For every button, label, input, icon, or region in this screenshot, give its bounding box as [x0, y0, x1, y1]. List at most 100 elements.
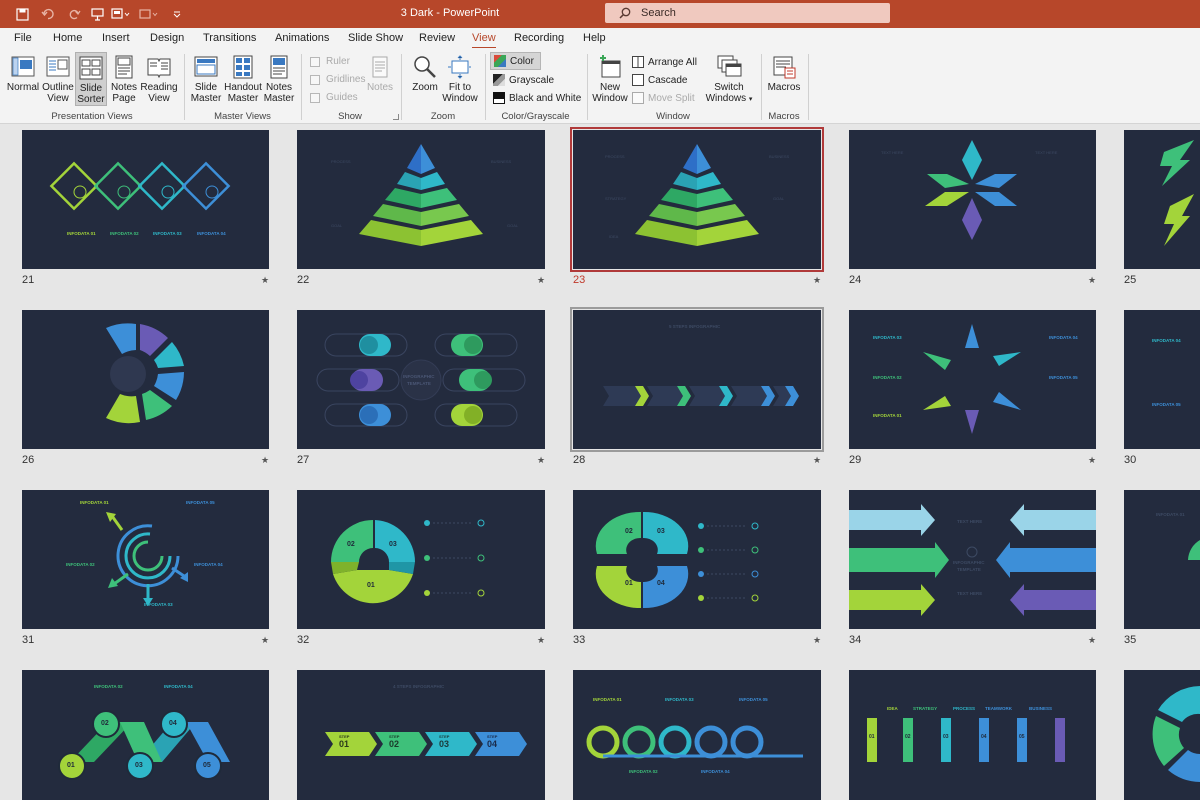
- notes-master-button[interactable]: Notes Master: [262, 52, 296, 106]
- infodata-label: INFODATA 05: [739, 697, 768, 702]
- slide-thumbnail-25[interactable]: [1124, 130, 1200, 269]
- notes-page-button[interactable]: Notes Page: [108, 52, 140, 106]
- step-number: 04: [657, 580, 665, 587]
- slide-sorter-icon: [78, 55, 104, 81]
- animation-star-icon[interactable]: ★: [537, 635, 545, 646]
- color-icon: [494, 55, 506, 67]
- slide-thumbnail-27[interactable]: INFOGRAPHIC TEMPLATE: [297, 310, 545, 449]
- cascade-button[interactable]: Cascade: [632, 74, 687, 86]
- infodata-label: INFODATA 01: [80, 500, 109, 505]
- slide-sorter-label: Slide Sorter: [77, 83, 105, 105]
- tab-animations[interactable]: Animations: [275, 32, 329, 44]
- new-window-button[interactable]: New Window: [591, 52, 629, 106]
- slide-thumbnail-26[interactable]: [22, 310, 269, 449]
- tab-file[interactable]: File: [14, 32, 32, 44]
- infodata-label: INFODATA 05: [1049, 375, 1078, 380]
- slide-thumbnail-35[interactable]: INFODATA 01: [1124, 490, 1200, 629]
- step-number: 01: [367, 582, 375, 589]
- tab-home[interactable]: Home: [53, 32, 82, 44]
- outline-view-button[interactable]: Outline View: [40, 52, 76, 106]
- zoom-button[interactable]: Zoom: [408, 52, 442, 106]
- infodata-label: INFODATA 03: [153, 231, 182, 236]
- step-number: 03: [943, 734, 949, 740]
- slide-sorter-pane[interactable]: INFODATA 01 INFODATA 02 INFODATA 03 INFO…: [0, 125, 1200, 800]
- body-text: TEXT HERE: [1035, 150, 1058, 155]
- slide-number: 31: [22, 634, 35, 646]
- bw-label: Black and White: [509, 92, 582, 104]
- switch-windows-button[interactable]: Switch Windows ▾: [703, 52, 755, 106]
- notes-label: Notes: [366, 82, 394, 93]
- macros-button[interactable]: Macros: [766, 52, 802, 106]
- slide-thumbnail-31[interactable]: INFODATA 01 INFODATA 05 INFODATA 02 INFO…: [22, 490, 269, 629]
- slide-thumbnail-29[interactable]: INFODATA 03 INFODATA 02 INFODATA 01 INFO…: [849, 310, 1096, 449]
- slide-thumbnail-36[interactable]: 01 02 03 04 05 INFODATA 02 INFODATA 04: [22, 670, 269, 800]
- slide-thumbnail-34[interactable]: TEXT HERE INFOGRAPHIC TEMPLATE TEXT HERE: [849, 490, 1096, 629]
- gridlines-checkbox[interactable]: Gridlines: [310, 74, 365, 85]
- step-number: 02: [347, 541, 355, 548]
- grayscale-label: Grayscale: [509, 74, 555, 86]
- macros-group-label: Macros: [768, 111, 800, 122]
- color-button[interactable]: Color: [490, 52, 541, 70]
- slide-thumbnail-30[interactable]: INFODATA 04 INFODATA 05: [1124, 310, 1200, 449]
- slide-number: 27: [297, 454, 310, 466]
- slide-thumbnail-40[interactable]: [1124, 670, 1200, 800]
- slide-thumbnail-23[interactable]: PROCESS BUSINESS STRATEGY GOAL IDEA: [570, 127, 824, 272]
- move-split-button[interactable]: Move Split: [632, 92, 695, 104]
- grayscale-button[interactable]: Grayscale: [493, 74, 554, 86]
- notes-icon: [367, 54, 393, 80]
- tab-help[interactable]: Help: [583, 32, 606, 44]
- normal-view-button[interactable]: Normal: [6, 52, 40, 106]
- arrange-all-button[interactable]: Arrange All: [632, 56, 697, 68]
- step-number: 03: [135, 762, 143, 769]
- reading-view-button[interactable]: Reading View: [140, 52, 178, 106]
- notes-button[interactable]: Notes: [364, 52, 396, 106]
- tab-view[interactable]: View: [472, 32, 496, 49]
- infodata-label: INFODATA 02: [873, 375, 902, 380]
- animation-star-icon[interactable]: ★: [261, 275, 269, 286]
- body-text: TEXT HERE: [881, 150, 904, 155]
- animation-star-icon[interactable]: ★: [1088, 635, 1096, 646]
- animation-star-icon[interactable]: ★: [813, 275, 821, 286]
- slide-master-icon: [193, 54, 219, 80]
- tab-design[interactable]: Design: [150, 32, 184, 44]
- slide-thumbnail-28[interactable]: 5 STEPS INFOGRAPHIC: [570, 307, 824, 452]
- search-input[interactable]: Search: [605, 3, 890, 23]
- slide-thumbnail-21[interactable]: INFODATA 01 INFODATA 02 INFODATA 03 INFO…: [22, 130, 269, 269]
- item-title: GOAL: [331, 223, 343, 228]
- animation-star-icon[interactable]: ★: [813, 455, 821, 466]
- guides-checkbox[interactable]: Guides: [310, 92, 358, 103]
- diamond-chain-graphic: [49, 161, 231, 211]
- tab-recording[interactable]: Recording: [514, 32, 564, 44]
- slide-thumbnail-39[interactable]: IDEA STRATEGY PROCESS TEAMWORK BUSINESS …: [849, 670, 1096, 800]
- slide-thumbnail-24[interactable]: TEXT HERE TEXT HERE: [849, 130, 1096, 269]
- item-title: PROCESS: [331, 159, 351, 164]
- slide-sorter-button[interactable]: Slide Sorter: [75, 52, 107, 106]
- slide-thumbnail-38[interactable]: INFODATA 01 INFODATA 03 INFODATA 05 INFO…: [573, 670, 821, 800]
- animation-star-icon[interactable]: ★: [1088, 455, 1096, 466]
- infodata-label: INFODATA 04: [701, 769, 730, 774]
- black-and-white-button[interactable]: Black and White: [493, 92, 581, 104]
- animation-star-icon[interactable]: ★: [261, 455, 269, 466]
- slide-thumbnail-33[interactable]: 02 03 01 04: [573, 490, 821, 629]
- slide-master-button[interactable]: Slide Master: [189, 52, 223, 106]
- slide-thumbnail-22[interactable]: PROCESS BUSINESS GOAL GOAL: [297, 130, 545, 269]
- tab-review[interactable]: Review: [419, 32, 455, 44]
- show-group-label: Show: [338, 111, 362, 122]
- chevron-steps-graphic: [603, 386, 799, 406]
- animation-star-icon[interactable]: ★: [537, 455, 545, 466]
- ribbon-separator: [401, 54, 402, 120]
- tab-slide-show[interactable]: Slide Show: [348, 32, 403, 44]
- slide-number: 35: [1124, 634, 1137, 646]
- animation-star-icon[interactable]: ★: [1088, 275, 1096, 286]
- slide-thumbnail-37[interactable]: 4 STEPS INFOGRAPHIC STEP 01 STEP 02 STEP…: [297, 670, 545, 800]
- dialog-launcher-icon[interactable]: [393, 114, 399, 120]
- fit-to-window-button[interactable]: Fit to Window: [442, 52, 478, 106]
- tab-insert[interactable]: Insert: [102, 32, 130, 44]
- ruler-checkbox[interactable]: Ruler: [310, 56, 350, 67]
- animation-star-icon[interactable]: ★: [813, 635, 821, 646]
- slide-thumbnail-32[interactable]: 02 03 01: [297, 490, 545, 629]
- animation-star-icon[interactable]: ★: [261, 635, 269, 646]
- animation-star-icon[interactable]: ★: [537, 275, 545, 286]
- tab-transitions[interactable]: Transitions: [203, 32, 256, 44]
- handout-master-button[interactable]: Handout Master: [223, 52, 263, 106]
